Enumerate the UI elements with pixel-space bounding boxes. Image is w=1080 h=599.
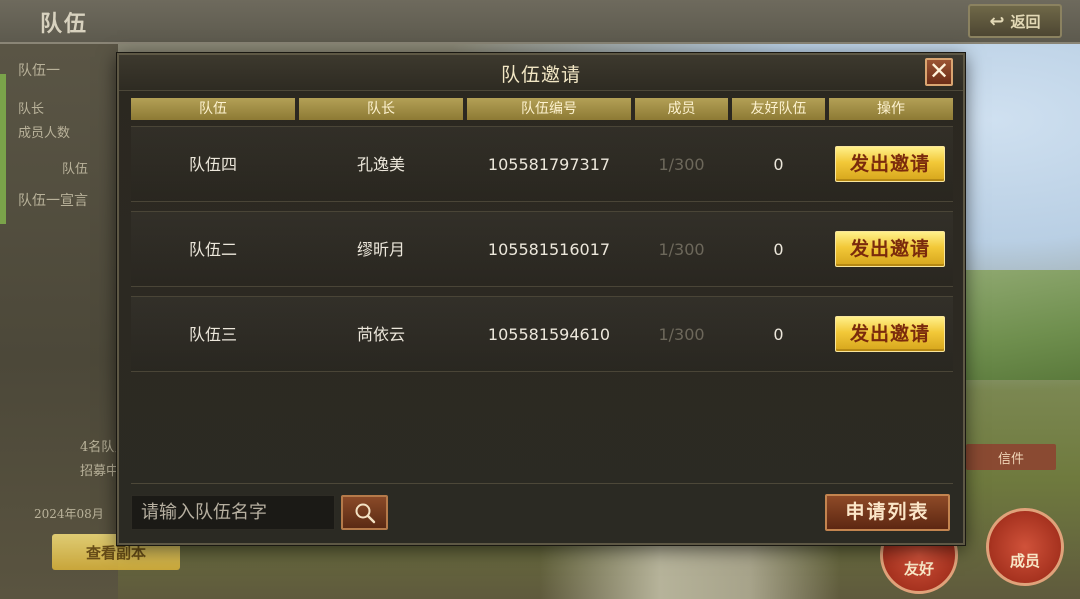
team-name: 队伍二 xyxy=(188,240,237,259)
column-header-friendly: 友好队伍 xyxy=(732,98,825,120)
back-button-label: 返回 xyxy=(1010,12,1041,31)
team-members: 1/300 xyxy=(658,325,705,344)
close-button[interactable]: ✕ xyxy=(925,58,953,86)
table-row: 队伍四 孔逸美 105581797317 1/300 0 发出邀请 xyxy=(131,126,953,202)
background-green-stripe xyxy=(0,74,6,224)
search-icon xyxy=(355,503,375,523)
column-header-leader: 队长 xyxy=(299,98,463,120)
background-members-circle[interactable]: 成员 xyxy=(986,508,1064,586)
team-members: 1/300 xyxy=(658,155,705,174)
search-button[interactable] xyxy=(341,495,388,530)
table-header: 队伍 队长 队伍编号 成员 友好队伍 操作 xyxy=(131,98,953,120)
team-friendly-count: 0 xyxy=(773,325,784,344)
team-leader: 孔逸美 xyxy=(356,155,405,174)
background-side-item: 队伍 xyxy=(62,162,89,177)
back-arrow-icon: ↩ xyxy=(989,10,1005,32)
column-header-action: 操作 xyxy=(829,98,953,120)
apply-list-button[interactable]: 申请列表 xyxy=(825,494,950,531)
background-mail-tag[interactable]: 信件 xyxy=(966,444,1056,470)
team-name-search-input[interactable] xyxy=(131,495,335,530)
team-leader: 苘依云 xyxy=(356,325,405,344)
dialog-header: 队伍邀请 ✕ xyxy=(119,55,963,91)
column-header-members: 成员 xyxy=(635,98,728,120)
background-side-item: 招募中 xyxy=(80,464,120,479)
team-leader: 缪昕月 xyxy=(356,240,405,259)
back-button[interactable]: ↩ 返回 xyxy=(968,4,1062,38)
background-mountains xyxy=(960,270,1080,380)
send-invite-button[interactable]: 发出邀请 xyxy=(835,231,945,267)
team-id: 105581594610 xyxy=(487,325,611,344)
table-row: 队伍三 苘依云 105581594610 1/300 0 发出邀请 xyxy=(131,296,953,372)
team-id: 105581797317 xyxy=(487,155,611,174)
team-friendly-count: 0 xyxy=(773,240,784,259)
background-top-bar xyxy=(0,0,1080,44)
team-members: 1/300 xyxy=(658,240,705,259)
footer-divider xyxy=(131,483,953,484)
send-invite-button[interactable]: 发出邀请 xyxy=(835,316,945,352)
table-row: 队伍二 缪昕月 105581516017 1/300 0 发出邀请 xyxy=(131,211,953,287)
team-name: 队伍三 xyxy=(188,325,237,344)
background-side-item: 2024年08月 xyxy=(34,507,104,521)
background-side-item: 队长 xyxy=(18,102,45,117)
team-friendly-count: 0 xyxy=(773,155,784,174)
team-name: 队伍四 xyxy=(188,155,237,174)
close-icon: ✕ xyxy=(928,57,950,85)
team-invite-dialog: 队伍邀请 ✕ 队伍 队长 队伍编号 成员 友好队伍 操作 队伍四 孔逸美 105… xyxy=(117,53,965,545)
background-page-title: 队伍 xyxy=(40,11,89,37)
dialog-title: 队伍邀请 xyxy=(500,64,581,86)
background-side-item: 成员人数 xyxy=(18,126,71,141)
background-side-item: 队伍一 xyxy=(18,63,60,79)
background-road xyxy=(540,540,840,599)
column-header-team-id: 队伍编号 xyxy=(467,98,631,120)
send-invite-button[interactable]: 发出邀请 xyxy=(835,146,945,182)
background-side-item: 队伍一宣言 xyxy=(18,193,88,209)
team-id: 105581516017 xyxy=(487,240,611,259)
column-header-team: 队伍 xyxy=(131,98,295,120)
